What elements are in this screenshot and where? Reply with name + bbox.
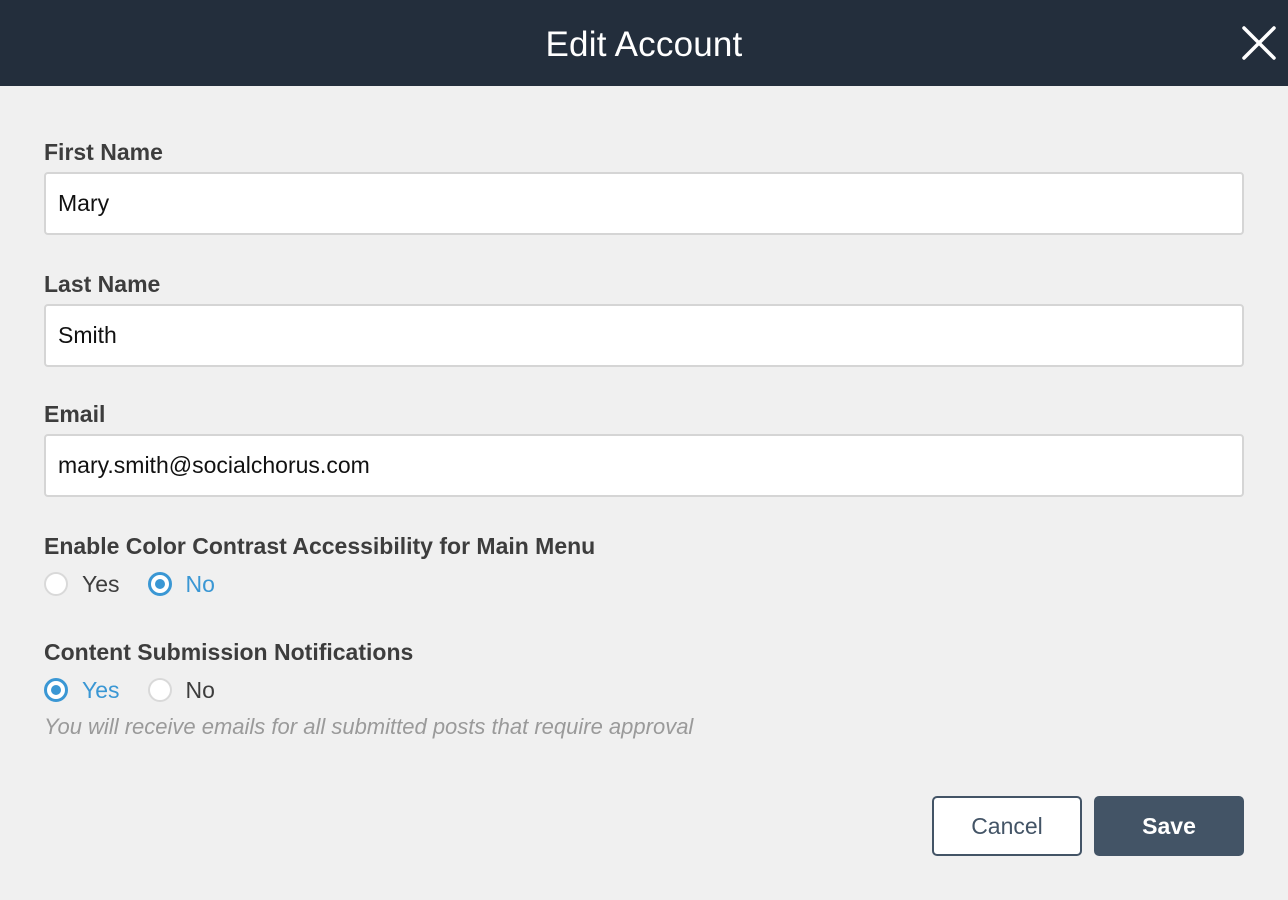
radio-label: Yes bbox=[82, 676, 120, 703]
radio-unchecked-icon bbox=[44, 572, 68, 596]
radio-label: No bbox=[185, 570, 215, 597]
close-icon bbox=[1242, 26, 1276, 60]
color-contrast-no-radio[interactable]: No bbox=[147, 570, 215, 598]
radio-label: No bbox=[185, 676, 215, 703]
last-name-input[interactable] bbox=[44, 304, 1244, 367]
color-contrast-radio-group: Yes No bbox=[44, 568, 243, 600]
radio-checked-icon bbox=[147, 572, 172, 596]
radio-checked-icon bbox=[44, 678, 68, 702]
last-name-label: Last Name bbox=[44, 271, 161, 297]
save-button[interactable]: Save bbox=[1094, 796, 1244, 856]
close-button[interactable] bbox=[1240, 24, 1278, 62]
content-notifications-no-radio[interactable]: No bbox=[147, 676, 215, 704]
content-notifications-label: Content Submission Notifications bbox=[44, 639, 414, 665]
cancel-button[interactable]: Cancel bbox=[932, 796, 1082, 856]
first-name-label: First Name bbox=[44, 139, 163, 165]
modal-header: Edit Account bbox=[0, 0, 1288, 86]
color-contrast-label: Enable Color Contrast Accessibility for … bbox=[44, 533, 596, 559]
first-name-input[interactable] bbox=[44, 172, 1244, 235]
color-contrast-yes-radio[interactable]: Yes bbox=[44, 571, 120, 598]
email-input[interactable] bbox=[44, 434, 1244, 497]
modal-title: Edit Account bbox=[545, 25, 743, 64]
content-notifications-yes-radio[interactable]: Yes bbox=[44, 677, 120, 704]
content-notifications-radio-group: Yes No bbox=[44, 674, 243, 706]
radio-unchecked-icon bbox=[147, 678, 172, 702]
email-label: Email bbox=[44, 401, 106, 427]
radio-label: Yes bbox=[82, 570, 120, 597]
content-notifications-help-text: You will receive emails for all submitte… bbox=[44, 714, 694, 739]
